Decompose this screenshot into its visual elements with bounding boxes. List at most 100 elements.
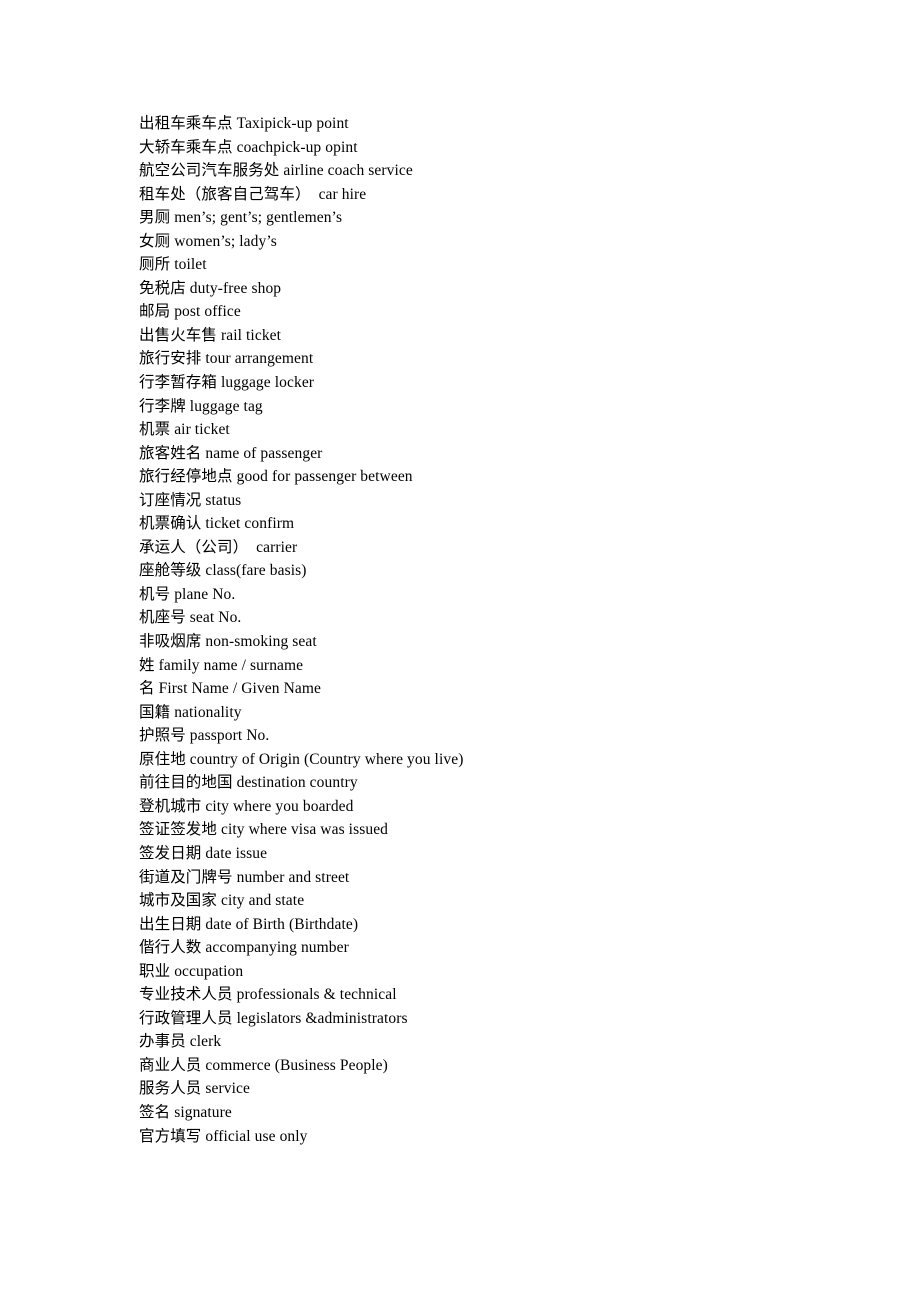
glossary-entry: 行李牌 luggage tag xyxy=(139,395,839,419)
glossary-entry-english: name of passenger xyxy=(205,444,323,462)
glossary-entry: 航空公司汽车服务处 airline coach service xyxy=(139,159,839,183)
glossary-entry-chinese: 出售火车售 xyxy=(139,326,218,344)
glossary-entry-chinese: 非吸烟席 xyxy=(139,633,202,651)
glossary-entry-english: luggage tag xyxy=(189,397,263,415)
glossary-entry-english: city where you boarded xyxy=(205,797,354,815)
glossary-entry-chinese: 邮局 xyxy=(139,303,171,321)
glossary-entry-chinese: 出生日期 xyxy=(139,915,202,933)
glossary-entry-chinese: 国籍 xyxy=(139,703,171,721)
glossary-entry-english: accompanying number xyxy=(205,939,349,957)
glossary-entry: 姓 family name / surname xyxy=(139,654,839,678)
glossary-entry: 职业 occupation xyxy=(139,960,839,984)
glossary-entry-english: class(fare basis) xyxy=(205,562,307,580)
glossary-entry: 服务人员 service xyxy=(139,1077,839,1101)
glossary-entry-chinese: 厕所 xyxy=(139,256,171,274)
glossary-entry: 机号 plane No. xyxy=(139,583,839,607)
glossary-entry-english: service xyxy=(205,1080,250,1098)
glossary-entry-english: city where visa was issued xyxy=(221,821,389,839)
glossary-entry-english: men’s; gent’s; gentlemen’s xyxy=(174,209,343,227)
glossary-entry: 官方填写 official use only xyxy=(139,1125,839,1149)
glossary-entry-english: family name / surname xyxy=(158,656,304,674)
glossary-entry-english: airline coach service xyxy=(283,162,413,180)
glossary-entry-chinese: 办事员 xyxy=(139,1033,186,1051)
glossary-entry-english: signature xyxy=(174,1103,232,1121)
glossary-entry: 签名 signature xyxy=(139,1101,839,1125)
glossary-entry-english: clerk xyxy=(189,1033,222,1051)
glossary-entry: 偕行人数 accompanying number xyxy=(139,936,839,960)
glossary-entry-english: Taxipick-up point xyxy=(236,115,349,132)
glossary-entry: 男厕 men’s; gent’s; gentlemen’s xyxy=(139,206,839,230)
glossary-entry-chinese: 城市及国家 xyxy=(139,892,218,910)
glossary-entry-english: date of Birth (Birthdate) xyxy=(205,915,359,933)
glossary-entry-english: number and street xyxy=(236,868,350,886)
glossary-entry-chinese: 登机城市 xyxy=(139,797,202,815)
glossary-entry-english: official use only xyxy=(205,1127,308,1145)
glossary-entry: 行李暂存箱 luggage locker xyxy=(139,371,839,395)
glossary-entry: 国籍 nationality xyxy=(139,701,839,725)
glossary-entry-english: carrier xyxy=(252,538,298,556)
glossary-entry: 旅行经停地点 good for passenger between xyxy=(139,465,839,489)
glossary-entry-english: women’s; lady’s xyxy=(174,232,277,250)
glossary-entry-chinese: 旅行经停地点 xyxy=(139,468,233,486)
glossary-entry-chinese: 签证签发地 xyxy=(139,821,218,839)
glossary-entry-english: coachpick-up opint xyxy=(236,138,358,156)
glossary-entry: 座舱等级 class(fare basis) xyxy=(139,559,839,583)
glossary-entry: 城市及国家 city and state xyxy=(139,889,839,913)
glossary-entry-english: country of Origin (Country where you liv… xyxy=(189,750,464,768)
glossary-entry-english: tour arrangement xyxy=(205,350,314,368)
glossary-entry: 行政管理人员 legislators &administrators xyxy=(139,1007,839,1031)
glossary-entry-chinese: 大轿车乘车点 xyxy=(139,138,233,156)
glossary-entry-english: nationality xyxy=(174,703,242,721)
glossary-entry-chinese: 签发日期 xyxy=(139,844,202,862)
glossary-entry: 商业人员 commerce (Business People) xyxy=(139,1054,839,1078)
glossary-entry-chinese: 偕行人数 xyxy=(139,939,202,957)
glossary-entry-chinese: 订座情况 xyxy=(139,491,202,509)
glossary-entry: 厕所 toilet xyxy=(139,253,839,277)
glossary-entry: 登机城市 city where you boarded xyxy=(139,795,839,819)
glossary-entry: 专业技术人员 professionals & technical xyxy=(139,983,839,1007)
glossary-entry: 名 First Name / Given Name xyxy=(139,677,839,701)
glossary-entry-english: plane No. xyxy=(174,585,236,603)
glossary-entry: 订座情况 status xyxy=(139,489,839,513)
glossary-entry-chinese: 行李牌 xyxy=(139,397,186,415)
glossary-entry-english: non-smoking seat xyxy=(205,633,317,651)
glossary-entry: 大轿车乘车点 coachpick-up opint xyxy=(139,136,839,160)
glossary-entry: 签证签发地 city where visa was issued xyxy=(139,818,839,842)
glossary-entry-english: ticket confirm xyxy=(205,515,295,533)
glossary-entry-english: passport No. xyxy=(189,727,270,745)
glossary-entry-english: First Name / Given Name xyxy=(158,680,322,698)
glossary-entry-chinese: 姓 xyxy=(139,656,155,674)
glossary-entry-chinese: 职业 xyxy=(139,962,171,980)
glossary-entry-chinese: 女厕 xyxy=(139,232,171,250)
glossary-entry: 旅行安排 tour arrangement xyxy=(139,347,839,371)
glossary-entry: 机票 air ticket xyxy=(139,418,839,442)
glossary-entry-chinese: 商业人员 xyxy=(139,1056,202,1074)
glossary-list: 出租车乘车点 Taxipick-up point 大轿车乘车点 coachpick… xyxy=(139,112,839,1148)
glossary-entry-chinese: 座舱等级 xyxy=(139,562,202,580)
glossary-entry-english: commerce (Business People) xyxy=(205,1056,388,1074)
glossary-entry: 出租车乘车点 Taxipick-up point xyxy=(139,112,839,136)
glossary-entry-english: legislators &administrators xyxy=(236,1009,408,1027)
glossary-entry-english: occupation xyxy=(174,962,244,980)
glossary-entry-english: status xyxy=(205,491,242,509)
glossary-entry-chinese: 行李暂存箱 xyxy=(139,374,218,392)
glossary-entry-english: car hire xyxy=(314,185,367,203)
glossary-entry-chinese: 机座号 xyxy=(139,609,186,627)
glossary-entry-chinese: 机号 xyxy=(139,585,171,603)
glossary-entry-english: air ticket xyxy=(174,421,230,439)
glossary-entry-chinese: 出租车乘车点 xyxy=(139,115,233,132)
glossary-entry: 非吸烟席 non-smoking seat xyxy=(139,630,839,654)
glossary-entry: 租车处（旅客自己驾车） car hire xyxy=(139,183,839,207)
glossary-entry: 承运人（公司） carrier xyxy=(139,536,839,560)
glossary-entry-chinese: 前往目的地国 xyxy=(139,774,233,792)
glossary-entry: 护照号 passport No. xyxy=(139,724,839,748)
glossary-entry-english: seat No. xyxy=(189,609,242,627)
glossary-entry: 前往目的地国 destination country xyxy=(139,771,839,795)
glossary-entry-chinese: 专业技术人员 xyxy=(139,986,233,1004)
glossary-entry: 旅客姓名 name of passenger xyxy=(139,442,839,466)
glossary-entry-english: toilet xyxy=(174,256,207,274)
glossary-entry-english: post office xyxy=(174,303,241,321)
glossary-entry-chinese: 租车处（旅客自己驾车） xyxy=(139,185,311,203)
glossary-entry: 签发日期 date issue xyxy=(139,842,839,866)
glossary-entry-chinese: 机票 xyxy=(139,421,171,439)
